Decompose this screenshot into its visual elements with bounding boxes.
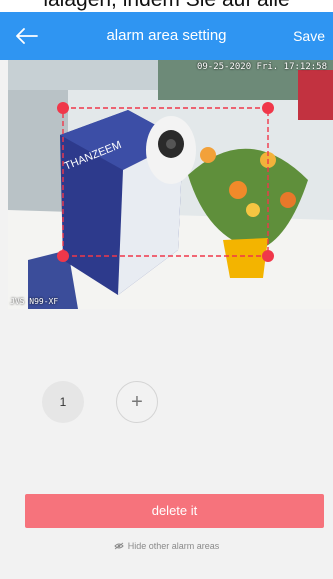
- app-header: alarm area setting Save: [0, 12, 333, 60]
- top-caption: lalagen, indem Sie auf alle: [0, 0, 333, 12]
- add-area-button[interactable]: +: [116, 381, 158, 423]
- back-arrow-icon: [16, 28, 38, 44]
- page-title: alarm area setting: [106, 27, 227, 44]
- eye-off-icon: [114, 542, 124, 550]
- area-button-1[interactable]: 1: [42, 381, 84, 423]
- hide-other-areas-label: Hide other alarm areas: [127, 541, 220, 551]
- back-button[interactable]: [12, 22, 42, 50]
- camera-preview[interactable]: THANZEEM 09-25-2020 Fri. 17:12:58 JVS N9…: [8, 60, 333, 309]
- plus-icon: +: [131, 390, 143, 413]
- save-button[interactable]: Save: [293, 12, 325, 60]
- delete-button[interactable]: delete it: [25, 494, 324, 528]
- camera-name-overlay: JVS N99-XF: [10, 297, 59, 306]
- camera-device: [146, 116, 196, 184]
- camera-scene: THANZEEM: [8, 60, 333, 309]
- video-timestamp: 09-25-2020 Fri. 17:12:58: [196, 62, 327, 72]
- hide-other-areas-toggle[interactable]: Hide other alarm areas: [0, 541, 333, 551]
